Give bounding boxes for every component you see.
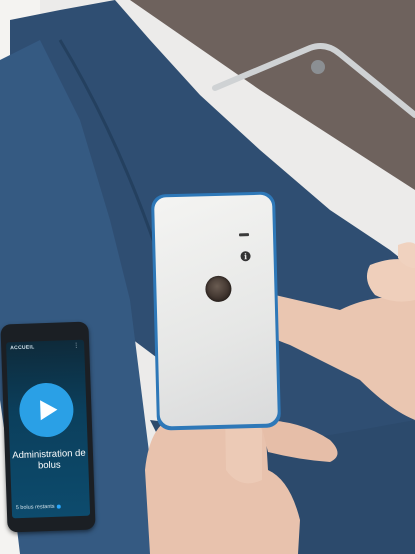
device-face: i [154,194,278,427]
round-push-button[interactable] [205,275,232,303]
play-icon [40,400,58,421]
bolus-remaining-text: 5 bolus restants [15,503,61,512]
more-vertical-icon[interactable]: ⋮ [73,342,79,349]
status-led [238,233,250,237]
bolus-play-button[interactable] [18,382,75,438]
phone-screen: ACCUEIL ⋮ Administration de bolus 5 bolu… [6,339,91,519]
screen-header: ACCUEIL [10,344,35,352]
handheld-bolus-device: i [150,191,282,431]
bolus-action-label: Administration de bolus [12,447,86,472]
remaining-indicator-dot [56,504,61,509]
photo-scene: ACCUEIL ⋮ Administration de bolus 5 bolu… [0,0,415,554]
bolus-remaining-label: 5 bolus restants [15,503,55,512]
rail-wheel [311,60,325,74]
info-icon[interactable]: i [240,251,251,262]
smartphone: ACCUEIL ⋮ Administration de bolus 5 bolu… [0,321,96,533]
